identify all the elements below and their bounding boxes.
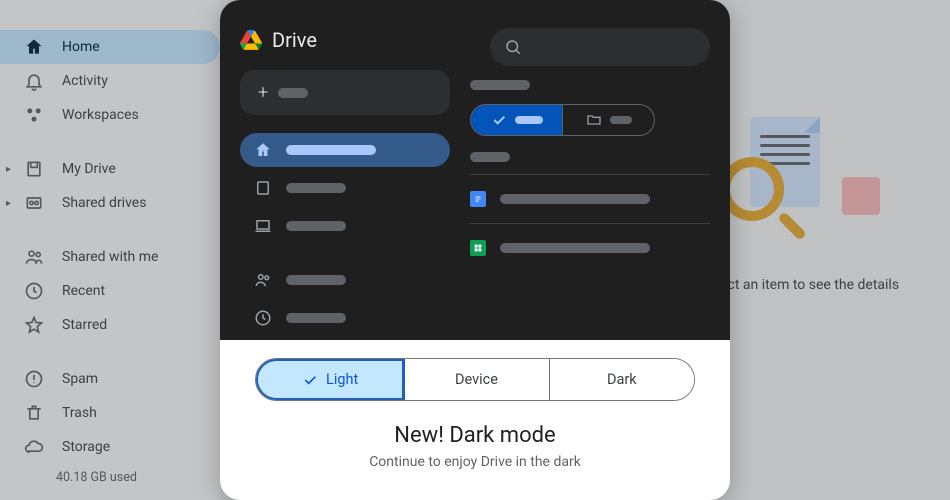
check-icon	[302, 372, 318, 388]
modal-subtitle: Continue to enjoy Drive in the dark	[250, 454, 700, 470]
theme-option-dark[interactable]: Dark	[550, 359, 694, 400]
preview-app-title: Drive	[272, 28, 317, 52]
drive-logo-icon	[240, 30, 262, 50]
preview-nav-recent	[240, 301, 450, 335]
preview-chip-selected	[471, 105, 563, 135]
modal-title: New! Dark mode	[250, 423, 700, 448]
preview-file-row	[470, 236, 710, 260]
theme-label: Light	[326, 371, 358, 388]
docs-icon	[470, 191, 486, 207]
folder-icon	[586, 112, 602, 128]
preview-main	[470, 70, 710, 335]
preview-nav-drive	[240, 171, 450, 205]
preview-filter-chips	[470, 104, 655, 136]
plus-icon: +	[258, 82, 268, 103]
dark-mode-modal: Drive +	[220, 0, 730, 500]
preview-search	[490, 28, 710, 66]
theme-segmented-control: Light Device Dark	[255, 358, 695, 401]
laptop-icon	[254, 217, 272, 235]
search-icon	[504, 38, 522, 56]
check-icon	[491, 112, 507, 128]
theme-option-device[interactable]: Device	[404, 359, 549, 400]
preview-new-button: +	[240, 70, 450, 115]
preview-file-row	[470, 187, 710, 211]
home-icon	[254, 141, 272, 159]
preview-sidebar: +	[240, 70, 450, 335]
clock-icon	[254, 309, 272, 327]
preview-nav-home	[240, 133, 450, 167]
preview-chip-folder	[563, 105, 654, 135]
theme-label: Device	[455, 371, 498, 388]
people-icon	[254, 271, 272, 289]
preview-nav-computers	[240, 209, 450, 243]
theme-option-light[interactable]: Light	[255, 358, 405, 401]
sheets-icon	[470, 240, 486, 256]
theme-label: Dark	[607, 371, 637, 388]
drive-icon	[254, 179, 272, 197]
preview-nav-shared	[240, 263, 450, 297]
theme-preview: Drive +	[220, 0, 730, 340]
